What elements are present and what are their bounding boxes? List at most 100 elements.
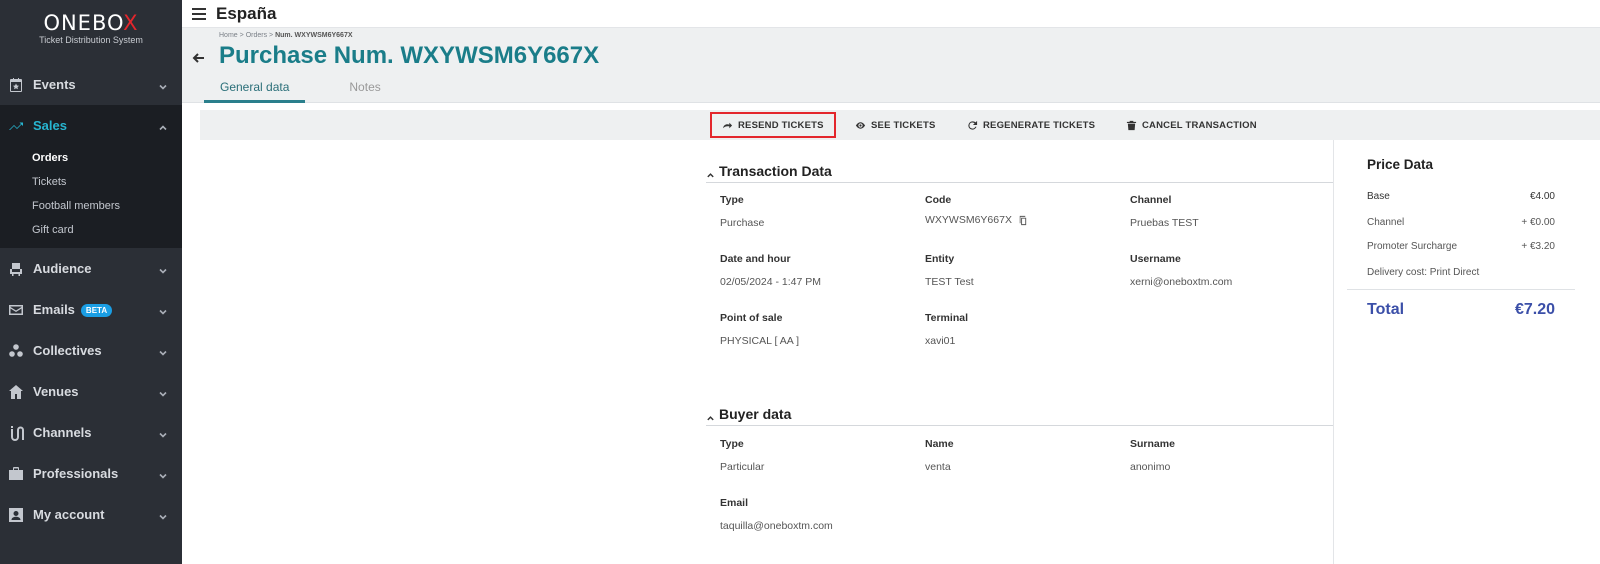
field-label-username: Username bbox=[1130, 253, 1181, 265]
breadcrumb: Home > Orders > Num. WXYWSM6Y667X bbox=[219, 32, 353, 39]
chevron-up-icon bbox=[706, 167, 715, 177]
action-toolbar: RESEND TICKETS SEE TICKETS REGENERATE TI… bbox=[200, 110, 1600, 140]
chevron-down-icon bbox=[158, 346, 168, 356]
price-row-base: Base €4.00 bbox=[1367, 191, 1555, 202]
sidebar-item-venues[interactable]: Venues bbox=[0, 371, 182, 412]
chevron-down-icon bbox=[158, 510, 168, 520]
route-icon bbox=[8, 425, 24, 441]
field-value-buyer-email: taquilla@oneboxtm.com bbox=[720, 520, 833, 532]
price-label: Base bbox=[1367, 191, 1390, 202]
field-value-code: WXYWSM6Y667X bbox=[925, 214, 1012, 226]
back-arrow-icon[interactable] bbox=[192, 51, 206, 65]
field-label-point-of-sale: Point of sale bbox=[720, 312, 783, 324]
transaction-data-title: Transaction Data bbox=[719, 163, 832, 179]
page-header: Home > Orders > Num. WXYWSM6Y667X Purcha… bbox=[182, 28, 1600, 103]
total-value: €7.20 bbox=[1514, 301, 1555, 318]
sidebar-item-collectives[interactable]: Collectives bbox=[0, 330, 182, 371]
seat-icon bbox=[8, 261, 24, 277]
tab-notes[interactable]: Notes bbox=[333, 78, 396, 103]
sidebar-item-audience[interactable]: Audience bbox=[0, 248, 182, 289]
sidebar-item-label: My account bbox=[33, 507, 105, 522]
tab-general-data[interactable]: General data bbox=[204, 78, 306, 103]
sidebar-item-emails[interactable]: Emails BETA bbox=[0, 289, 182, 330]
price-label: Channel bbox=[1367, 217, 1405, 228]
divider bbox=[706, 425, 1334, 426]
sidebar-item-label: Venues bbox=[33, 384, 79, 399]
sidebar-item-label: Channels bbox=[33, 425, 92, 440]
regenerate-tickets-label: REGENERATE TICKETS bbox=[983, 119, 1096, 131]
see-tickets-button[interactable]: SEE TICKETS bbox=[855, 114, 936, 136]
trash-icon bbox=[1126, 120, 1137, 130]
trending-up-icon bbox=[8, 118, 24, 134]
refresh-icon bbox=[968, 120, 978, 130]
sidebar-item-label: Professionals bbox=[33, 466, 119, 481]
total-label: Total bbox=[1367, 301, 1405, 318]
field-value-terminal: xavi01 bbox=[925, 335, 956, 347]
cancel-transaction-label: CANCEL TRANSACTION bbox=[1142, 119, 1257, 131]
tabs: General data Notes bbox=[204, 78, 397, 103]
briefcase-icon bbox=[8, 466, 24, 482]
sidebar-item-channels[interactable]: Channels bbox=[0, 412, 182, 453]
sidebar-item-my-account[interactable]: My account bbox=[0, 494, 182, 535]
price-panel-divider bbox=[1333, 140, 1334, 564]
transaction-data-header[interactable]: Transaction Data bbox=[706, 163, 832, 179]
group-icon bbox=[8, 343, 24, 359]
copy-icon[interactable] bbox=[1017, 215, 1028, 226]
sidebar-item-label: Events bbox=[33, 77, 76, 92]
price-row-promoter-surcharge: Promoter Surcharge + €3.20 bbox=[1367, 241, 1555, 252]
chevron-up-icon bbox=[706, 410, 715, 420]
sidebar-item-professionals[interactable]: Professionals bbox=[0, 453, 182, 494]
field-label-channel: Channel bbox=[1130, 194, 1172, 206]
see-tickets-label: SEE TICKETS bbox=[871, 119, 936, 131]
sidebar-item-label: Sales bbox=[33, 118, 67, 133]
field-label-date-hour: Date and hour bbox=[720, 253, 791, 265]
field-value-buyer-name: venta bbox=[925, 461, 951, 473]
logo[interactable]: ONEBOX Ticket Distribution System bbox=[0, 0, 182, 52]
field-value-point-of-sale: PHYSICAL [ AA ] bbox=[720, 335, 799, 347]
breadcrumb-orders[interactable]: Orders bbox=[246, 32, 267, 39]
page-title: Purchase Num. WXYWSM6Y667X bbox=[219, 42, 600, 69]
field-label-buyer-type: Type bbox=[720, 438, 744, 450]
resend-tickets-button[interactable]: RESEND TICKETS bbox=[710, 112, 836, 138]
hamburger-menu-icon[interactable] bbox=[192, 7, 206, 20]
breadcrumb-separator: > bbox=[239, 32, 244, 39]
resend-arrow-icon bbox=[722, 122, 733, 128]
sidebar-item-sales[interactable]: Sales bbox=[0, 105, 182, 146]
price-row-delivery-cost: Delivery cost: Print Direct bbox=[1367, 267, 1555, 278]
field-label-buyer-name: Name bbox=[925, 438, 954, 450]
price-row-channel: Channel + €0.00 bbox=[1367, 217, 1555, 228]
sidebar-subitem-tickets[interactable]: Tickets bbox=[0, 170, 182, 194]
cancel-transaction-button[interactable]: CANCEL TRANSACTION bbox=[1126, 114, 1257, 136]
buyer-data-header[interactable]: Buyer data bbox=[706, 406, 791, 422]
field-value-type: Purchase bbox=[720, 217, 765, 229]
field-value-buyer-surname: anonimo bbox=[1130, 461, 1171, 473]
field-label-terminal: Terminal bbox=[925, 312, 968, 324]
resend-tickets-label: RESEND TICKETS bbox=[738, 119, 824, 131]
sales-submenu: Orders Tickets Football members Gift car… bbox=[0, 146, 182, 248]
breadcrumb-home[interactable]: Home bbox=[219, 32, 238, 39]
price-label: Promoter Surcharge bbox=[1367, 241, 1458, 252]
buyer-data-title: Buyer data bbox=[719, 406, 792, 422]
top-bar: España bbox=[182, 0, 1600, 28]
field-value-code-wrap: WXYWSM6Y667X bbox=[925, 214, 1028, 226]
price-label: Delivery cost: Print Direct bbox=[1367, 267, 1480, 278]
regenerate-tickets-button[interactable]: REGENERATE TICKETS bbox=[967, 114, 1095, 136]
field-value-username: xerni@oneboxtm.com bbox=[1130, 276, 1233, 288]
chevron-down-icon bbox=[158, 469, 168, 479]
field-value-buyer-type: Particular bbox=[720, 461, 765, 473]
sidebar-subitem-football-members[interactable]: Football members bbox=[0, 194, 182, 218]
field-value-channel: Pruebas TEST bbox=[1130, 217, 1199, 229]
sidebar-subitem-orders[interactable]: Orders bbox=[0, 146, 182, 170]
price-total-row: Total €7.20 bbox=[1367, 301, 1555, 319]
price-total-divider bbox=[1347, 289, 1575, 290]
chevron-down-icon bbox=[158, 305, 168, 315]
logo-x: X bbox=[123, 11, 139, 35]
sidebar-item-events[interactable]: Events bbox=[0, 64, 182, 105]
sidebar-item-label: Audience bbox=[33, 261, 92, 276]
field-value-entity: TEST Test bbox=[925, 276, 974, 288]
logo-prefix: ONEBO bbox=[43, 11, 124, 35]
breadcrumb-separator: > bbox=[269, 32, 274, 39]
beta-badge: BETA bbox=[80, 304, 113, 318]
sidebar-item-label-text: Emails bbox=[33, 301, 75, 317]
sidebar-subitem-gift-card[interactable]: Gift card bbox=[0, 218, 182, 242]
